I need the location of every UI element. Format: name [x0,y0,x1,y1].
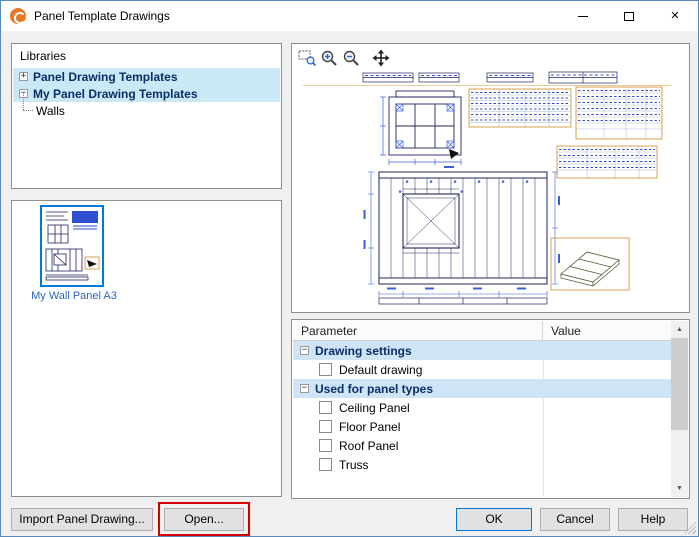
panel-template-drawings-dialog: Panel Template Drawings ✕ Libraries + Pa… [0,0,699,537]
scroll-down-button[interactable]: ▼ [671,480,688,497]
tree-item-walls[interactable]: Walls [13,102,280,119]
default-drawing-checkbox[interactable] [319,363,332,376]
pan-button[interactable] [370,48,392,68]
param-label: Roof Panel [339,439,398,453]
scroll-up-button[interactable]: ▲ [671,321,688,338]
zoom-in-icon [319,48,339,68]
param-group-label: Drawing settings [315,344,412,358]
maximize-button[interactable] [606,1,652,31]
param-row-floor-panel[interactable]: Floor Panel [293,417,671,436]
scroll-down-icon: ▼ [676,485,683,492]
parameters-header: Parameter Value [293,321,671,341]
close-icon: ✕ [670,11,679,22]
window-title: Panel Template Drawings [34,9,170,23]
param-label: Floor Panel [339,420,400,434]
maximize-icon [624,12,634,21]
tree-item-label: My Panel Drawing Templates [33,87,198,101]
tree-item-label: Panel Drawing Templates [33,70,178,84]
minimize-icon [578,16,588,17]
parameters-panel: Parameter Value − Drawing settings Defau… [291,319,690,499]
zoom-out-button[interactable] [340,48,362,68]
param-row-default-drawing[interactable]: Default drawing [293,360,671,379]
open-button[interactable]: Open... [164,508,244,531]
tree-item-label: Walls [36,104,65,118]
libraries-label: Libraries [20,49,66,63]
template-item-label: My Wall Panel A3 [26,290,122,302]
zoom-in-button[interactable] [318,48,340,68]
truss-checkbox[interactable] [319,458,332,471]
param-row-roof-panel[interactable]: Roof Panel [293,436,671,455]
param-group-used-for-panel-types[interactable]: − Used for panel types [293,379,671,398]
minimize-button[interactable] [560,1,606,31]
import-panel-drawing-button[interactable]: Import Panel Drawing... [11,508,153,531]
param-label: Truss [339,458,369,472]
scroll-up-icon: ▲ [676,326,683,333]
param-row-truss[interactable]: Truss [293,455,671,474]
roof-panel-checkbox[interactable] [319,439,332,452]
tree-item-my-panel-drawing-templates[interactable]: − My Panel Drawing Templates [13,85,280,102]
tree-item-panel-drawing-templates[interactable]: + Panel Drawing Templates [13,68,280,85]
param-label: Ceiling Panel [339,401,410,415]
pan-icon [371,48,391,68]
close-button[interactable]: ✕ [652,1,698,31]
window-controls: ✕ [560,1,698,31]
param-row-ceiling-panel[interactable]: Ceiling Panel [293,398,671,417]
template-thumbnail[interactable] [40,205,104,287]
template-list-panel: My Wall Panel A3 [11,200,282,497]
zoom-window-icon [297,48,317,68]
expand-icon[interactable]: + [19,72,28,81]
zoom-out-icon [341,48,361,68]
libraries-panel: Libraries + Panel Drawing Templates − My… [11,43,282,189]
column-header-value: Value [542,321,581,340]
collapse-icon[interactable]: − [300,346,309,355]
title-bar: Panel Template Drawings ✕ [1,1,698,31]
parameters-scrollbar[interactable]: ▲ ▼ [671,321,688,497]
zoom-window-button[interactable] [296,48,318,68]
preview-toolbar [296,47,392,69]
column-header-parameter: Parameter [293,324,542,338]
floor-panel-checkbox[interactable] [319,420,332,433]
param-group-label: Used for panel types [315,382,433,396]
help-button[interactable]: Help [618,508,688,531]
param-group-drawing-settings[interactable]: − Drawing settings [293,341,671,360]
thumbnail-drawing [42,207,102,285]
param-label: Default drawing [339,363,422,377]
preview-panel [291,43,690,313]
library-tree: + Panel Drawing Templates − My Panel Dra… [13,68,280,119]
tree-connector [23,102,36,119]
drawing-preview[interactable] [299,70,684,308]
scroll-thumb[interactable] [671,338,688,430]
collapse-icon[interactable]: − [300,384,309,393]
ok-button[interactable]: OK [456,508,532,531]
app-icon [10,8,26,24]
template-item-my-wall-panel-a3[interactable]: My Wall Panel A3 [26,205,122,302]
ceiling-panel-checkbox[interactable] [319,401,332,414]
cancel-button[interactable]: Cancel [540,508,610,531]
parameters-grid: − Drawing settings Default drawing − Use… [293,341,671,497]
cad-drawing [299,70,684,308]
